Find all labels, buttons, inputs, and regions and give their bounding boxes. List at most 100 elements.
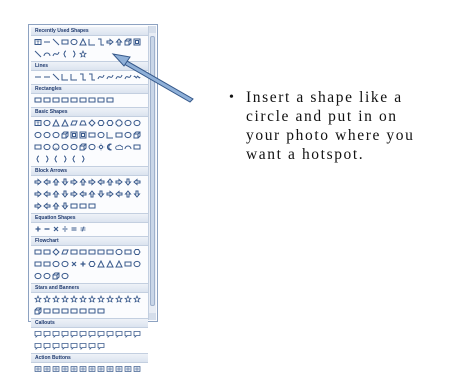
not-equal-icon[interactable] <box>79 225 87 233</box>
triangle-icon[interactable] <box>52 119 60 127</box>
callout-icon[interactable] <box>52 330 60 338</box>
cube-icon[interactable] <box>61 131 69 139</box>
right-brace-icon[interactable] <box>61 155 69 163</box>
triangle-icon[interactable] <box>79 38 87 46</box>
arrow-left-icon[interactable] <box>43 202 51 210</box>
callout-icon[interactable] <box>106 330 114 338</box>
curve-icon[interactable] <box>106 73 114 81</box>
rect-icon[interactable] <box>70 202 78 210</box>
callout-icon[interactable] <box>34 330 42 338</box>
cube-icon[interactable] <box>133 131 141 139</box>
curve-icon[interactable] <box>97 73 105 81</box>
arrow-left-icon[interactable] <box>43 190 51 198</box>
line-diagonal-icon[interactable] <box>52 38 60 46</box>
arrow-up-icon[interactable] <box>124 190 132 198</box>
line-icon[interactable] <box>34 73 42 81</box>
rect-icon[interactable] <box>79 202 87 210</box>
cube-icon[interactable] <box>34 307 42 315</box>
action-icon[interactable] <box>106 365 114 373</box>
callout-icon[interactable] <box>115 330 123 338</box>
action-icon[interactable] <box>61 365 69 373</box>
cube-icon[interactable] <box>52 272 60 280</box>
hexagon-icon[interactable] <box>133 248 141 256</box>
callout-icon[interactable] <box>61 330 69 338</box>
callout-icon[interactable] <box>133 330 141 338</box>
rect-icon[interactable] <box>61 38 69 46</box>
frame-icon[interactable] <box>70 131 78 139</box>
right-brace-icon[interactable] <box>70 50 78 58</box>
star-icon[interactable] <box>106 295 114 303</box>
arrow-left-icon[interactable] <box>133 178 141 186</box>
line-diagonal-icon[interactable] <box>52 73 60 81</box>
rect-icon[interactable] <box>52 307 60 315</box>
star-icon[interactable] <box>88 295 96 303</box>
scroll-thumb[interactable] <box>150 36 155 306</box>
rect-icon[interactable] <box>70 248 78 256</box>
elbow-connector-icon[interactable] <box>97 38 105 46</box>
ellipse-icon[interactable] <box>124 131 132 139</box>
rect-icon[interactable] <box>115 131 123 139</box>
star-icon[interactable] <box>79 50 87 58</box>
frame-icon[interactable] <box>133 38 141 46</box>
plus-icon[interactable] <box>34 225 42 233</box>
rect-icon[interactable] <box>88 202 96 210</box>
ellipse-icon[interactable] <box>133 119 141 127</box>
arrow-up-icon[interactable] <box>106 178 114 186</box>
ellipse-icon[interactable] <box>133 260 141 268</box>
l-connector-icon[interactable] <box>70 73 78 81</box>
line-icon[interactable] <box>43 38 51 46</box>
action-icon[interactable] <box>70 365 78 373</box>
callout-icon[interactable] <box>70 330 78 338</box>
left-brace-icon[interactable] <box>70 155 78 163</box>
callout-icon[interactable] <box>79 330 87 338</box>
arrow-down-icon[interactable] <box>124 178 132 186</box>
rect-icon[interactable] <box>79 307 87 315</box>
ellipse-icon[interactable] <box>88 143 96 151</box>
l-connector-icon[interactable] <box>61 73 69 81</box>
rect-icon[interactable] <box>88 248 96 256</box>
rect-icon[interactable] <box>79 96 87 104</box>
textbox-icon[interactable] <box>34 119 42 127</box>
trapezoid-icon[interactable] <box>79 119 87 127</box>
triangle-icon[interactable] <box>97 260 105 268</box>
arrow-left-icon[interactable] <box>115 190 123 198</box>
rect-icon[interactable] <box>106 248 114 256</box>
arrow-left-icon[interactable] <box>97 178 105 186</box>
moon-icon[interactable] <box>106 143 114 151</box>
rect-icon[interactable] <box>79 248 87 256</box>
star-icon[interactable] <box>97 295 105 303</box>
ellipse-icon[interactable] <box>61 272 69 280</box>
triangle-icon[interactable] <box>106 260 114 268</box>
scroll-up-arrow-icon[interactable] <box>149 26 156 33</box>
triangle-icon[interactable] <box>61 119 69 127</box>
action-icon[interactable] <box>43 365 51 373</box>
rect-icon[interactable] <box>61 96 69 104</box>
cube-icon[interactable] <box>79 143 87 151</box>
left-brace-icon[interactable] <box>34 155 42 163</box>
diamond-icon[interactable] <box>88 119 96 127</box>
elbow-connector-icon[interactable] <box>79 73 87 81</box>
rect-icon[interactable] <box>61 307 69 315</box>
callout-icon[interactable] <box>52 342 60 350</box>
action-icon[interactable] <box>79 365 87 373</box>
minus-icon[interactable] <box>43 225 51 233</box>
rect-icon[interactable] <box>97 307 105 315</box>
right-brace-icon[interactable] <box>43 155 51 163</box>
star-icon[interactable] <box>70 295 78 303</box>
rect-icon[interactable] <box>88 307 96 315</box>
octagon-icon[interactable] <box>115 119 123 127</box>
star-icon[interactable] <box>43 295 51 303</box>
l-connector-icon[interactable] <box>88 38 96 46</box>
rect-icon[interactable] <box>43 96 51 104</box>
ellipse-icon[interactable] <box>43 119 51 127</box>
parallelogram-icon[interactable] <box>70 119 78 127</box>
arrow-right-icon[interactable] <box>34 202 42 210</box>
action-icon[interactable] <box>124 365 132 373</box>
star-icon[interactable] <box>124 295 132 303</box>
arc-icon[interactable] <box>43 50 51 58</box>
triangle-icon[interactable] <box>115 260 123 268</box>
rect-icon[interactable] <box>34 248 42 256</box>
rect-icon[interactable] <box>88 131 96 139</box>
arrow-right-icon[interactable] <box>106 190 114 198</box>
action-icon[interactable] <box>34 365 42 373</box>
